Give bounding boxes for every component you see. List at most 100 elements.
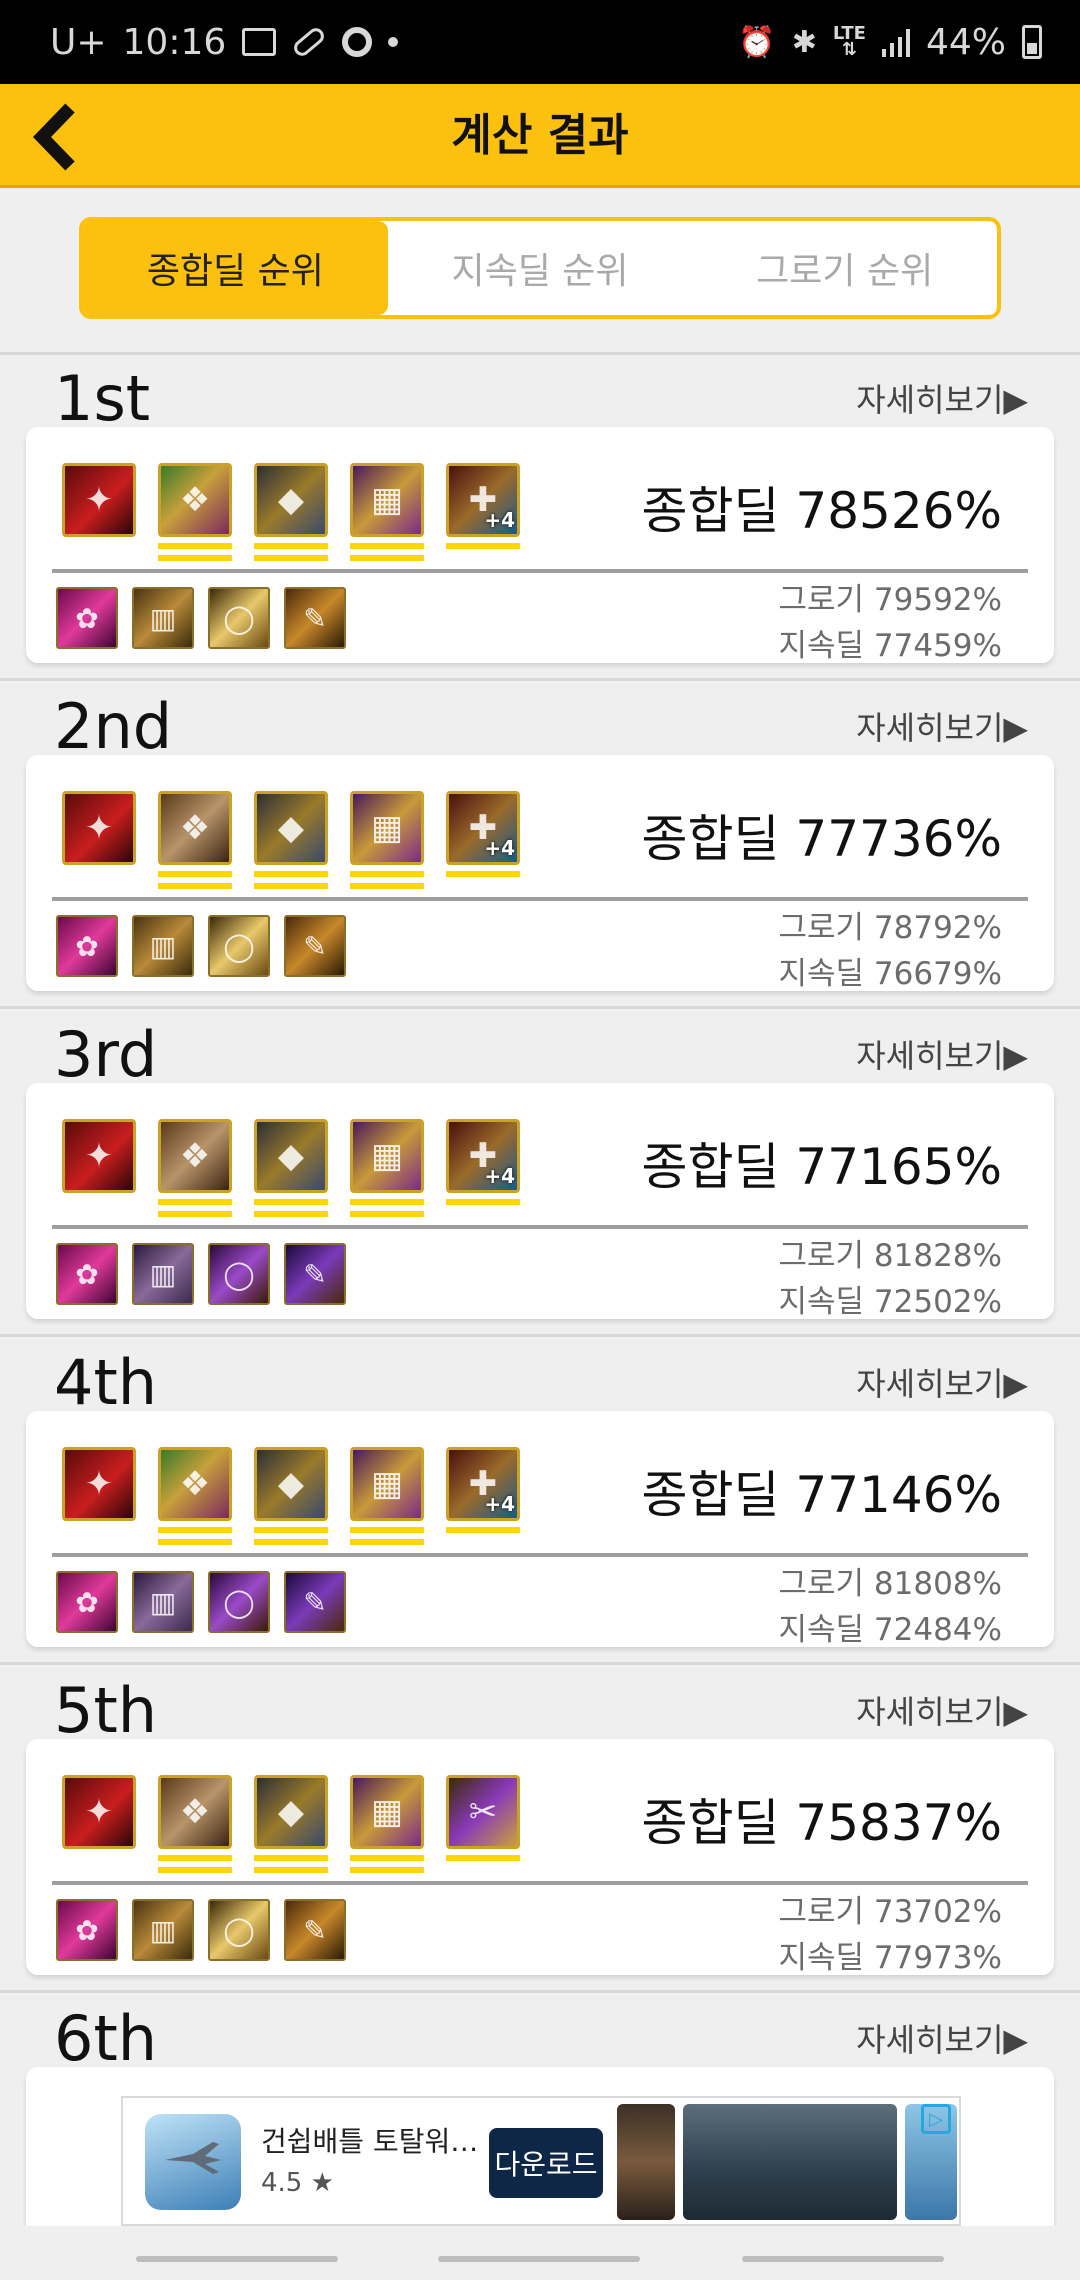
top-armor-icon: ❖	[158, 1447, 232, 1521]
ring-icon: ◯	[208, 587, 270, 649]
gear-slot: ✂	[446, 1775, 520, 1875]
nav-home-button[interactable]	[438, 2256, 640, 2262]
gear-slot: ▦	[350, 791, 424, 891]
bracelet-icon: ✿	[56, 1899, 118, 1961]
view-details-link[interactable]: 자세히보기▶	[856, 2015, 1028, 2061]
rank-label: 2nd	[54, 690, 173, 763]
tab-groggy-damage[interactable]: 그로기 순위	[692, 221, 997, 315]
card-divider	[52, 897, 1028, 901]
necklace-icon: ✎	[284, 1243, 346, 1305]
rank-card[interactable]: ✦ ❖ ◆ ▦ ✂ 종합딜 75837% ✿ ▥ ◯ ✎ 그로기 73702% 지속딜 77973%	[26, 1739, 1054, 1976]
top-armor-icon: ❖	[158, 1119, 232, 1193]
weapon-icon: ✦	[62, 791, 136, 865]
gear-slot: ▦	[350, 463, 424, 563]
rank-card[interactable]: ✦ ❖ ◆ ▦ ✚ +4 종합딜 77146% ✿ ▥ ◯ ✎ 그로기 81808% 지속딜 72484…	[26, 1411, 1054, 1648]
set-indicator-bar	[158, 1211, 232, 1217]
set-indicator-bar	[350, 543, 424, 549]
sustained-damage-value: 지속딜 72502%	[778, 1284, 1003, 1320]
rank-label: 6th	[54, 2002, 158, 2075]
nav-recent-button[interactable]	[136, 2256, 338, 2262]
gear-icon-row: ✦ ❖ ◆ ▦ ✂	[62, 1775, 520, 1875]
groggy-damage-value: 그로기 81828%	[778, 1238, 1003, 1274]
rank-card[interactable]: ✦ ❖ ◆ ▦ ✚ +4 종합딜 77736% ✿ ▥ ◯ ✎ 그로기 78792% 지속딜 76679…	[26, 755, 1054, 992]
top-armor-icon: ❖	[158, 1775, 232, 1849]
shoes-icon: ▥	[132, 1571, 194, 1633]
ring-icon: ◯	[208, 1243, 270, 1305]
shoes-icon: ▥	[132, 587, 194, 649]
view-details-link[interactable]: 자세히보기▶	[856, 375, 1028, 421]
view-details-link[interactable]: 자세히보기▶	[856, 1687, 1028, 1733]
bracelet-icon: ✿	[56, 1571, 118, 1633]
gear-slot: ◆	[254, 463, 328, 563]
groggy-damage-value: 그로기 73702%	[778, 1894, 1003, 1930]
gear-slot: ✦	[62, 1119, 136, 1219]
gear-slot: ▦	[350, 1119, 424, 1219]
nav-back-button[interactable]	[742, 2256, 944, 2262]
status-bar: U+ 10:16 ⏰ ✱ LTE ⇅ 44%	[0, 0, 1080, 84]
set-indicator-bar	[350, 871, 424, 877]
ad-app-icon	[145, 2114, 241, 2210]
groggy-damage-value: 그로기 79592%	[778, 582, 1003, 618]
rank-section: 1st 자세히보기▶ ✦ ❖ ◆ ▦ ✚ +4 종합딜 78526% ✿ ▥ ◯ ✎ 그로기 79592%…	[0, 355, 1080, 681]
bottom-armor-icon: ◆	[254, 1447, 328, 1521]
tab-sustained-damage[interactable]: 지속딜 순위	[388, 221, 693, 315]
set-indicator-bar	[350, 883, 424, 889]
view-details-link[interactable]: 자세히보기▶	[856, 1359, 1028, 1405]
set-indicator-bar	[350, 555, 424, 561]
rank-section: 4th 자세히보기▶ ✦ ❖ ◆ ▦ ✚ +4 종합딜 77146% ✿ ▥ ◯ ✎ 그로기 81808%…	[0, 1339, 1080, 1665]
set-indicator-bar	[158, 1199, 232, 1205]
top-armor-icon: ❖	[158, 791, 232, 865]
gear-slot: ❖	[158, 1119, 232, 1219]
rank-card[interactable]: ✦ ❖ ◆ ▦ ✚ +4 종합딜 78526% ✿ ▥ ◯ ✎ 그로기 79592% 지속딜 77459…	[26, 427, 1054, 664]
set-indicator-bar	[254, 1855, 328, 1861]
gear-slot: ✦	[62, 463, 136, 563]
gear-slot: ✚ +4	[446, 463, 520, 563]
set-indicator-bar	[158, 555, 232, 561]
set-indicator-bar	[350, 1855, 424, 1861]
total-damage-value: 종합딜 75837%	[641, 1794, 1002, 1852]
divider	[0, 1006, 1080, 1009]
bluetooth-icon: ✱	[791, 24, 817, 60]
ad-choices-icon[interactable]: ▷	[921, 2104, 951, 2134]
total-damage-value: 종합딜 78526%	[641, 482, 1002, 540]
system-nav-bar	[0, 2226, 1080, 2280]
shoulder-armor-icon: ▦	[350, 1119, 424, 1193]
carrier-label: U+	[50, 21, 107, 63]
rank-card[interactable]: ✦ ❖ ◆ ▦ ✚ +4 종합딜 77165% ✿ ▥ ◯ ✎ 그로기 81828% 지속딜 72502…	[26, 1083, 1054, 1320]
view-details-link[interactable]: 자세히보기▶	[856, 1031, 1028, 1077]
ring-icon: ◯	[208, 1899, 270, 1961]
sustained-damage-value: 지속딜 76679%	[778, 956, 1003, 992]
lte-icon: LTE ⇅	[832, 23, 866, 60]
set-indicator-bar	[254, 1867, 328, 1873]
set-indicator-bar	[350, 1199, 424, 1205]
gallery-notification-icon	[242, 28, 277, 56]
rank-section: 3rd 자세히보기▶ ✦ ❖ ◆ ▦ ✚ +4 종합딜 77165% ✿ ▥ ◯ ✎ 그로기 81828%…	[0, 1011, 1080, 1337]
divider	[0, 1334, 1080, 1337]
gear-slot: ❖	[158, 791, 232, 891]
clock: 10:16	[122, 21, 227, 63]
ad-banner[interactable]: 건쉽배틀 토탈워… 4.5 ★ 다운로드 ▷	[121, 2096, 961, 2226]
belt-icon: ✚ +4	[446, 1119, 520, 1193]
alarm-icon: ⏰	[738, 24, 776, 60]
view-details-link[interactable]: 자세히보기▶	[856, 703, 1028, 749]
shoes-icon: ▥	[132, 1899, 194, 1961]
set-indicator-bar	[350, 1539, 424, 1545]
more-notifications-icon	[388, 37, 399, 47]
sustained-damage-value: 지속딜 77459%	[778, 628, 1003, 664]
necklace-icon: ✎	[284, 587, 346, 649]
sub-stats: 그로기 81808% 지속딜 72484%	[779, 1561, 1003, 1653]
bottom-armor-icon: ◆	[254, 1775, 328, 1849]
set-indicator-bar	[446, 543, 520, 549]
gear-slot: ✚ +4	[446, 1119, 520, 1219]
weapon-icon: ✦	[62, 463, 136, 537]
shoulder-armor-icon: ▦	[350, 1447, 424, 1521]
ad-download-button[interactable]: 다운로드	[489, 2128, 603, 2198]
set-indicator-bar	[350, 1867, 424, 1873]
gear-slot: ✦	[62, 1775, 136, 1875]
battery-percent: 44%	[925, 21, 1006, 63]
shoulder-armor-icon: ▦	[350, 1775, 424, 1849]
belt-icon: ✚ +4	[446, 1447, 520, 1521]
set-indicator-bar	[158, 883, 232, 889]
tab-overall-damage[interactable]: 종합딜 순위	[83, 221, 388, 315]
groggy-damage-value: 그로기 78792%	[778, 910, 1003, 946]
